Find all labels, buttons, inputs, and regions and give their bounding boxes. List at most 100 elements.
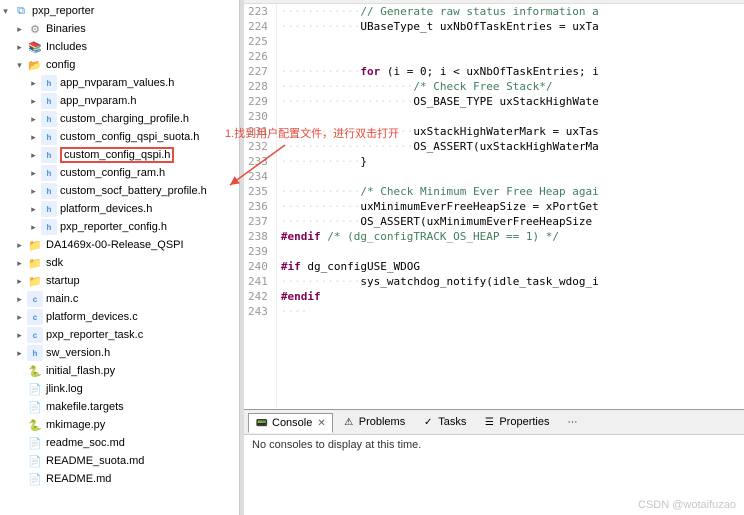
expand-icon[interactable] — [14, 366, 25, 377]
tree-label: main.c — [46, 293, 78, 305]
code-line[interactable]: #endif /* (dg_configTRACK_OS_HEAP == 1) … — [281, 229, 740, 244]
tree-file-sw_version.h[interactable]: ▸ h sw_version.h — [0, 344, 239, 362]
code-line[interactable]: ············OS_ASSERT(uxMinimumEverFreeH… — [281, 214, 740, 229]
tab-console[interactable]: 📟 Console ✕ — [248, 413, 333, 433]
tab-tasks[interactable]: ✓ Tasks — [414, 412, 473, 432]
tree-file-README.md[interactable]: 📄 README.md — [0, 470, 239, 488]
expand-icon[interactable]: ▸ — [28, 150, 39, 161]
code-line[interactable] — [281, 109, 740, 124]
tree-file-makefile.targets[interactable]: 📄 makefile.targets — [0, 398, 239, 416]
expand-icon[interactable]: ▸ — [14, 330, 25, 341]
code-line[interactable]: ············sys_watchdog_notify(idle_tas… — [281, 274, 740, 289]
h-file-icon: h — [41, 219, 57, 235]
code-line[interactable]: ············for (i = 0; i < uxNbOfTaskEn… — [281, 64, 740, 79]
code-area[interactable]: ············// Generate raw status infor… — [277, 4, 744, 409]
tree-file-custom_config_qspi_suota.h[interactable]: ▸ h custom_config_qspi_suota.h — [0, 128, 239, 146]
expand-icon[interactable]: ▾ — [0, 6, 11, 17]
tab-problems[interactable]: ⚠ Problems — [335, 412, 412, 432]
tree-file-custom_charging_profile.h[interactable]: ▸ h custom_charging_profile.h — [0, 110, 239, 128]
tree-binaries[interactable]: ▸ ⚙ Binaries — [0, 20, 239, 38]
expand-icon[interactable]: ▸ — [14, 24, 25, 35]
expand-icon[interactable]: ▾ — [14, 60, 25, 71]
expand-icon[interactable]: ▸ — [28, 96, 39, 107]
code-line[interactable]: ···· — [281, 304, 740, 319]
tree-file-main.c[interactable]: ▸ c main.c — [0, 290, 239, 308]
expand-icon[interactable]: ▸ — [14, 42, 25, 53]
line-number: 243 — [248, 304, 268, 319]
tree-file-jlink.log[interactable]: 📄 jlink.log — [0, 380, 239, 398]
expand-icon[interactable]: ▸ — [28, 204, 39, 215]
tab-more[interactable]: ⋯ — [558, 412, 586, 432]
expand-icon[interactable]: ▸ — [14, 294, 25, 305]
tree-label: platform_devices.c — [46, 311, 138, 323]
expand-icon[interactable]: ▸ — [28, 222, 39, 233]
expand-icon[interactable] — [14, 384, 25, 395]
h-file-icon: h — [41, 75, 57, 91]
code-line[interactable]: ····················OS_BASE_TYPE uxStack… — [281, 94, 740, 109]
tree-file-README_suota.md[interactable]: 📄 README_suota.md — [0, 452, 239, 470]
expand-icon[interactable] — [14, 420, 25, 431]
project-explorer[interactable]: ▾ ⧉ pxp_reporter ▸ ⚙ Binaries ▸ 📚 Includ… — [0, 0, 240, 515]
code-line[interactable]: ············// Generate raw status infor… — [281, 4, 740, 19]
code-line[interactable] — [281, 244, 740, 259]
tree-root[interactable]: ▾ ⧉ pxp_reporter — [0, 2, 239, 20]
tree-file-readme_soc.md[interactable]: 📄 readme_soc.md — [0, 434, 239, 452]
expand-icon[interactable]: ▸ — [28, 78, 39, 89]
code-line[interactable]: ············} — [281, 154, 740, 169]
tree-folder-startup[interactable]: ▸ 📁 startup — [0, 272, 239, 290]
tree-file-platform_devices.h[interactable]: ▸ h platform_devices.h — [0, 200, 239, 218]
expand-icon[interactable]: ▸ — [28, 132, 39, 143]
code-line[interactable] — [281, 49, 740, 64]
code-line[interactable] — [281, 34, 740, 49]
close-icon[interactable]: ✕ — [317, 418, 325, 429]
tree-file-pxp_reporter_config.h[interactable]: ▸ h pxp_reporter_config.h — [0, 218, 239, 236]
expand-icon[interactable]: ▸ — [28, 114, 39, 125]
line-number: 242 — [248, 289, 268, 304]
code-line[interactable]: ············uxMinimumEverFreeHeapSize = … — [281, 199, 740, 214]
line-gutter: 2232242252262272282292302312322332342352… — [244, 4, 277, 409]
code-line[interactable]: ············/* Check Minimum Ever Free H… — [281, 184, 740, 199]
code-line[interactable]: #if dg_configUSE_WDOG — [281, 259, 740, 274]
code-line[interactable]: ····················OS_ASSERT(uxStackHig… — [281, 139, 740, 154]
tree-file-app_nvparam_values.h[interactable]: ▸ h app_nvparam_values.h — [0, 74, 239, 92]
tree-folder-DA1469x-00-Release_QSPI[interactable]: ▸ 📁 DA1469x-00-Release_QSPI — [0, 236, 239, 254]
properties-icon: ☰ — [482, 415, 496, 429]
expand-icon[interactable]: ▸ — [14, 276, 25, 287]
watermark: CSDN @wotaifuzao — [638, 499, 736, 511]
tree-file-platform_devices.c[interactable]: ▸ c platform_devices.c — [0, 308, 239, 326]
code-editor[interactable]: 2232242252262272282292302312322332342352… — [244, 4, 744, 409]
tree-config[interactable]: ▾ 📂 config — [0, 56, 239, 74]
tab-label: Console — [272, 417, 312, 429]
expand-icon[interactable]: ▸ — [14, 258, 25, 269]
tree-includes[interactable]: ▸ 📚 Includes — [0, 38, 239, 56]
tree-label: custom_config_qspi_suota.h — [60, 131, 199, 143]
expand-icon[interactable] — [14, 438, 25, 449]
expand-icon[interactable] — [14, 474, 25, 485]
line-number: 228 — [248, 79, 268, 94]
project-icon: ⧉ — [13, 3, 29, 19]
tree-file-mkimage.py[interactable]: 🐍 mkimage.py — [0, 416, 239, 434]
tree-file-pxp_reporter_task.c[interactable]: ▸ c pxp_reporter_task.c — [0, 326, 239, 344]
expand-icon[interactable]: ▸ — [14, 240, 25, 251]
tree-file-initial_flash.py[interactable]: 🐍 initial_flash.py — [0, 362, 239, 380]
code-line[interactable]: #endif — [281, 289, 740, 304]
line-number: 239 — [248, 244, 268, 259]
code-line[interactable]: ············UBaseType_t uxNbOfTaskEntrie… — [281, 19, 740, 34]
tree-file-custom_config_ram.h[interactable]: ▸ h custom_config_ram.h — [0, 164, 239, 182]
code-line[interactable]: ····················/* Check Free Stack*… — [281, 79, 740, 94]
expand-icon[interactable] — [14, 456, 25, 467]
tree-file-custom_socf_battery_profile.h[interactable]: ▸ h custom_socf_battery_profile.h — [0, 182, 239, 200]
expand-icon[interactable]: ▸ — [14, 312, 25, 323]
tree-label: sw_version.h — [46, 347, 110, 359]
tree-file-custom_config_qspi.h[interactable]: ▸ h custom_config_qspi.h — [0, 146, 239, 164]
code-line[interactable] — [281, 169, 740, 184]
tab-properties[interactable]: ☰ Properties — [475, 412, 556, 432]
h-file-icon: h — [41, 93, 57, 109]
tree-folder-sdk[interactable]: ▸ 📁 sdk — [0, 254, 239, 272]
expand-icon[interactable] — [14, 402, 25, 413]
expand-icon[interactable]: ▸ — [28, 186, 39, 197]
tree-file-app_nvparam.h[interactable]: ▸ h app_nvparam.h — [0, 92, 239, 110]
expand-icon[interactable]: ▸ — [14, 348, 25, 359]
tree-label: custom_socf_battery_profile.h — [60, 185, 207, 197]
expand-icon[interactable]: ▸ — [28, 168, 39, 179]
